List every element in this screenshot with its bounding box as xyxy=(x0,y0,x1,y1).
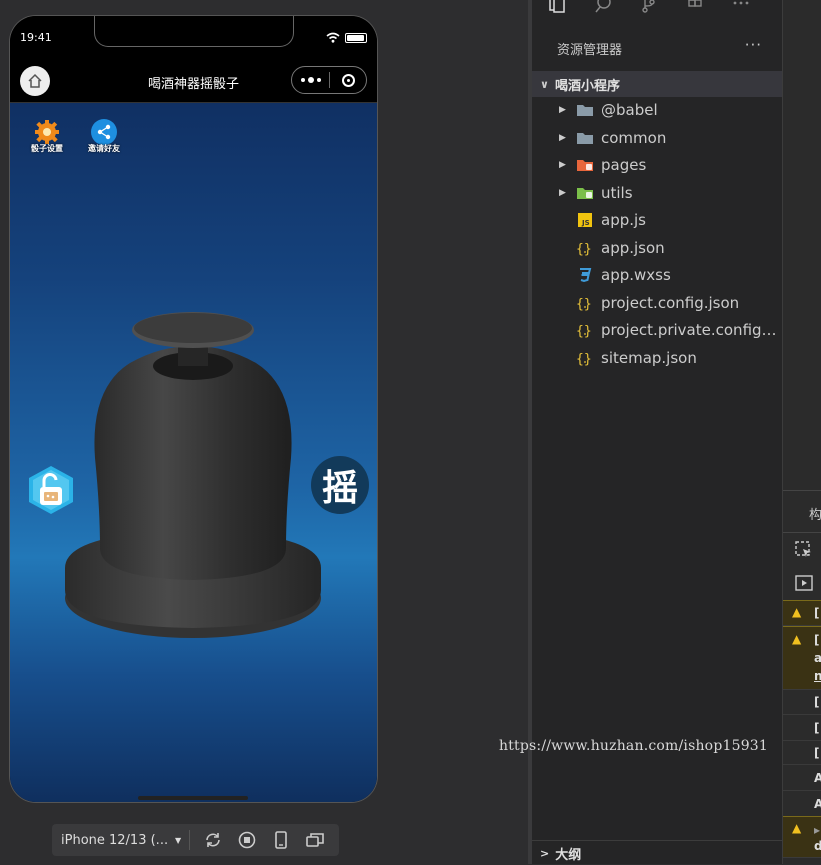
phone-view-icon[interactable] xyxy=(271,830,291,850)
more-icon[interactable] xyxy=(732,0,750,14)
file-name: app.wxss xyxy=(601,266,671,284)
dice-settings-button[interactable]: 骰子设置 xyxy=(27,119,67,154)
phone-notch xyxy=(94,16,294,47)
explorer-more-button[interactable]: ··· xyxy=(745,36,762,54)
file-name: @babel xyxy=(601,101,658,119)
file-name: sitemap.json xyxy=(601,348,697,367)
folder-item[interactable]: ▶ common xyxy=(532,125,782,151)
device-select[interactable]: iPhone 12/13 (... xyxy=(52,833,181,848)
console-panel-edge: 构 ▲ [ ▲ [ a n [ [ [ A A ▲ ▸ d xyxy=(782,0,821,864)
folder-item[interactable]: ▶ @babel xyxy=(532,97,782,123)
gear-icon xyxy=(34,119,60,145)
invite-friends-button[interactable]: 邀请好友 xyxy=(84,119,124,154)
json-file-icon: {} xyxy=(575,350,595,366)
json-file-icon: {} xyxy=(575,322,595,338)
console-row: A xyxy=(783,766,821,791)
explorer-panel: 资源管理器 ··· ∨ 喝酒小程序 ▶ @babel ▶ common ▶ pages ▶ u… xyxy=(532,0,782,864)
file-name: project.config.json xyxy=(601,293,740,312)
svg-text:{}: {} xyxy=(576,297,592,311)
stop-icon[interactable] xyxy=(237,830,257,850)
file-item[interactable]: {} app.json xyxy=(532,235,782,261)
capsule-menu xyxy=(291,66,367,94)
outline-section-header[interactable]: > 大纲 xyxy=(532,840,782,865)
project-folder-header[interactable]: ∨ 喝酒小程序 xyxy=(532,71,782,97)
simulator-toolbar: iPhone 12/13 (... ▼ xyxy=(52,824,339,856)
file-name: app.js xyxy=(601,211,646,229)
file-name: common xyxy=(601,128,667,147)
dice-settings-label: 骰子设置 xyxy=(31,144,63,153)
search-icon[interactable] xyxy=(594,0,612,14)
files-icon[interactable] xyxy=(548,0,566,14)
file-item[interactable]: JS app.js xyxy=(532,207,782,233)
json-file-icon: {} xyxy=(575,295,595,311)
json-file-icon: {} xyxy=(575,240,595,256)
file-item[interactable]: {} project.config.json xyxy=(532,290,782,316)
warning-icon: ▲ xyxy=(792,821,802,835)
chevron-right-icon: ▶ xyxy=(559,160,566,170)
outline-label: 大纲 xyxy=(555,847,582,863)
file-item[interactable]: app.wxss xyxy=(532,262,782,288)
folder-icon xyxy=(575,102,595,118)
game-area: 骰子设置 邀请好友 摇 xyxy=(10,103,377,802)
close-miniprogram-button[interactable] xyxy=(330,73,366,87)
folder-item[interactable]: ▶ pages xyxy=(532,152,782,178)
rotate-icon[interactable] xyxy=(203,830,223,850)
pages-folder-icon xyxy=(575,157,595,173)
chevron-right-icon: ▶ xyxy=(559,105,566,115)
home-indicator xyxy=(138,796,248,800)
svg-text:{}: {} xyxy=(576,324,592,338)
svg-text:{}: {} xyxy=(576,242,592,256)
wifi-icon xyxy=(326,32,340,43)
phone-frame: 19:41 喝酒神器摇骰子 骰子设置 邀请好友 摇 xyxy=(10,16,377,802)
file-name: app.json xyxy=(601,238,665,257)
folder-item[interactable]: ▶ utils xyxy=(532,180,782,206)
file-name: utils xyxy=(601,183,633,202)
utils-folder-icon xyxy=(575,185,595,201)
console-row: [ xyxy=(783,690,821,715)
dice-cup-image[interactable] xyxy=(60,308,330,648)
status-bar: 19:41 xyxy=(10,16,377,60)
svg-text:JS: JS xyxy=(581,219,590,227)
simulator-panel: 19:41 喝酒神器摇骰子 骰子设置 邀请好友 摇 iPhone 12/13 (… xyxy=(0,0,531,864)
file-name: project.private.config.js... xyxy=(601,321,781,339)
file-item[interactable]: {} project.private.config.js... xyxy=(532,317,782,343)
css-file-icon xyxy=(575,267,595,283)
chevron-right-icon: ▶ xyxy=(559,132,566,143)
more-options-button[interactable] xyxy=(292,77,329,83)
explorer-title: 资源管理器 xyxy=(557,43,623,58)
share-icon xyxy=(91,119,117,145)
svg-text:{}: {} xyxy=(576,352,592,366)
js-file-icon: JS xyxy=(575,212,595,228)
watermark-text: https://www.huzhan.com/ishop15931 xyxy=(499,738,769,754)
console-row: A xyxy=(783,792,821,817)
warning-icon: ▲ xyxy=(792,632,802,646)
console-row: ▲ [ a n xyxy=(783,626,821,690)
chevron-right-icon: > xyxy=(540,846,550,860)
console-row: ▲ ▸ d xyxy=(783,816,821,858)
chevron-right-icon: ▶ xyxy=(559,187,566,198)
file-item[interactable]: {} sitemap.json xyxy=(532,345,782,371)
console-play-icon[interactable] xyxy=(795,574,813,592)
source-control-icon[interactable] xyxy=(640,0,658,14)
chevron-down-icon: ∨ xyxy=(540,77,549,91)
mini-program-navbar: 喝酒神器摇骰子 xyxy=(10,60,377,103)
chevron-down-icon: ▼ xyxy=(175,835,182,845)
console-row: [ xyxy=(783,716,821,741)
console-row: ▲ [ xyxy=(783,600,821,626)
file-name: pages xyxy=(601,156,647,174)
activity-bar xyxy=(532,0,798,14)
tab-console[interactable]: 构 xyxy=(809,504,821,523)
console-row: [ xyxy=(783,742,821,765)
multi-window-icon[interactable] xyxy=(305,830,325,850)
close-circle-icon xyxy=(341,73,355,87)
warning-icon: ▲ xyxy=(792,605,802,619)
invite-friends-label: 邀请好友 xyxy=(88,144,120,153)
inspect-icon[interactable] xyxy=(795,541,813,559)
project-name: 喝酒小程序 xyxy=(554,78,620,94)
folder-icon xyxy=(575,130,595,146)
extensions-icon[interactable] xyxy=(686,0,704,14)
battery-icon xyxy=(345,32,367,43)
status-time: 19:41 xyxy=(20,31,52,44)
